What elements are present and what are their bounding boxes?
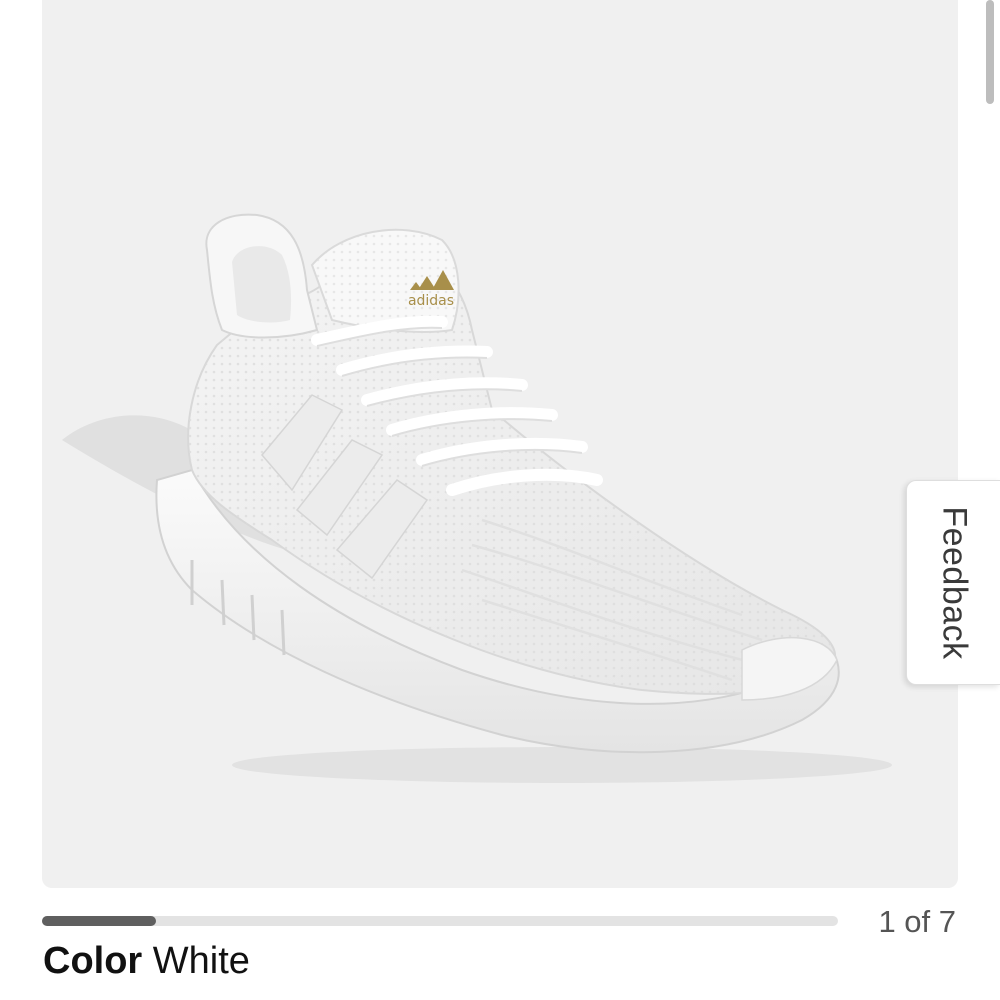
gallery-pager: 1 of 7 — [878, 904, 956, 939]
product-image-gallery[interactable]: adidas — [42, 0, 958, 888]
color-label: Color — [43, 940, 143, 982]
feedback-label: Feedback — [935, 505, 973, 660]
color-selector: Color White — [43, 940, 250, 983]
gallery-progress-bar — [42, 916, 838, 926]
sneaker-image: adidas — [62, 213, 892, 783]
color-value: White — [152, 940, 250, 982]
svg-text:adidas: adidas — [408, 293, 454, 309]
feedback-button[interactable]: Feedback — [906, 480, 1000, 685]
page-scrollbar[interactable] — [986, 0, 994, 104]
product-page: adidas Feedback 1 of 7 Color White — [0, 0, 1000, 1000]
gallery-progress-fill — [42, 916, 156, 926]
